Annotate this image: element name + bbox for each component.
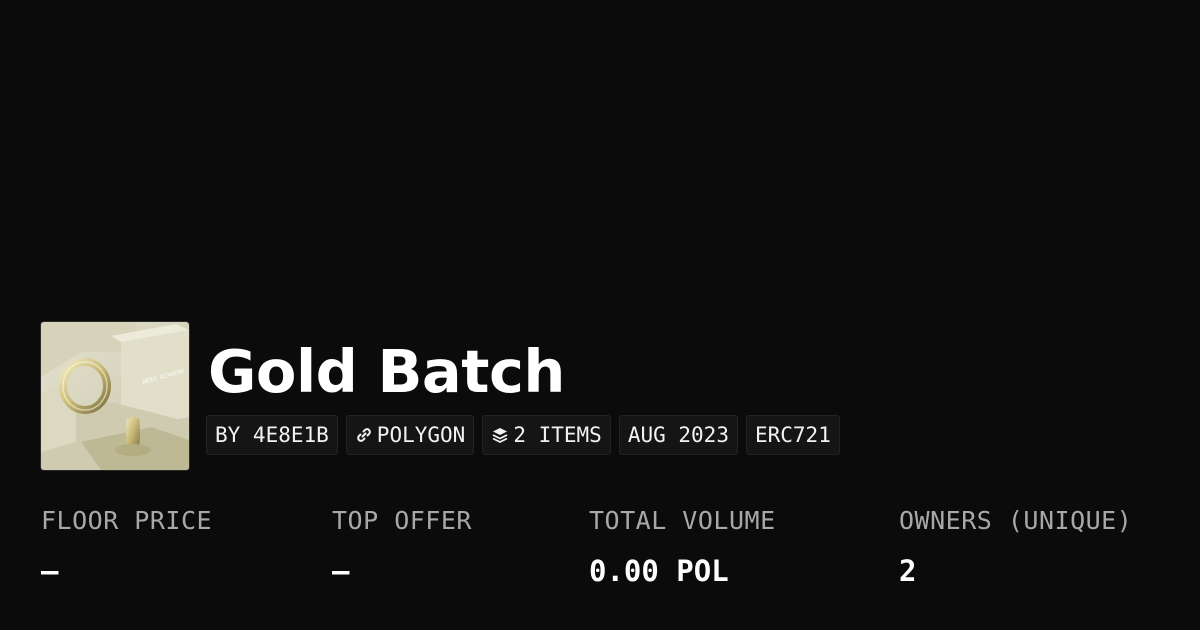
link-icon xyxy=(355,426,373,444)
date-tag: AUG 2023 xyxy=(618,415,738,455)
collection-card: WEB3 ACADEMY Gold Batch BY 4E8E1B POLYGO… xyxy=(0,0,1200,630)
chain-label: POLYGON xyxy=(376,423,466,447)
stat-floor-price: FLOOR PRICE – xyxy=(41,504,212,588)
stat-owners: OWNERS (UNIQUE) 2 xyxy=(899,504,1132,588)
stat-top-offer: TOP OFFER – xyxy=(332,504,472,588)
collection-title: Gold Batch xyxy=(208,337,565,406)
items-tag[interactable]: 2 ITEMS xyxy=(482,415,611,455)
layers-icon xyxy=(491,426,509,444)
stat-label: TOTAL VOLUME xyxy=(589,506,776,535)
standard-label: ERC721 xyxy=(754,423,831,447)
creator-tag[interactable]: BY 4E8E1B xyxy=(206,415,338,455)
standard-tag: ERC721 xyxy=(745,415,840,455)
chain-tag[interactable]: POLYGON xyxy=(345,415,475,455)
stat-value: – xyxy=(332,554,350,588)
date-label: AUG 2023 xyxy=(627,423,729,447)
stat-value: 2 xyxy=(899,554,917,588)
stat-label: TOP OFFER xyxy=(332,506,472,535)
creator-label: BY 4E8E1B xyxy=(215,423,329,447)
collection-tags: BY 4E8E1B POLYGON 2 ITEMS AUG 2023 ERC72… xyxy=(206,415,840,455)
stat-label: FLOOR PRICE xyxy=(41,506,213,535)
stat-label: OWNERS (UNIQUE) xyxy=(899,506,1133,535)
collection-avatar: WEB3 ACADEMY xyxy=(41,322,189,470)
stat-total-volume: TOTAL VOLUME 0.00 POL xyxy=(589,504,776,588)
stat-value: – xyxy=(41,554,59,588)
stat-value: 0.00 POL xyxy=(589,554,729,588)
items-label: 2 ITEMS xyxy=(513,423,602,447)
